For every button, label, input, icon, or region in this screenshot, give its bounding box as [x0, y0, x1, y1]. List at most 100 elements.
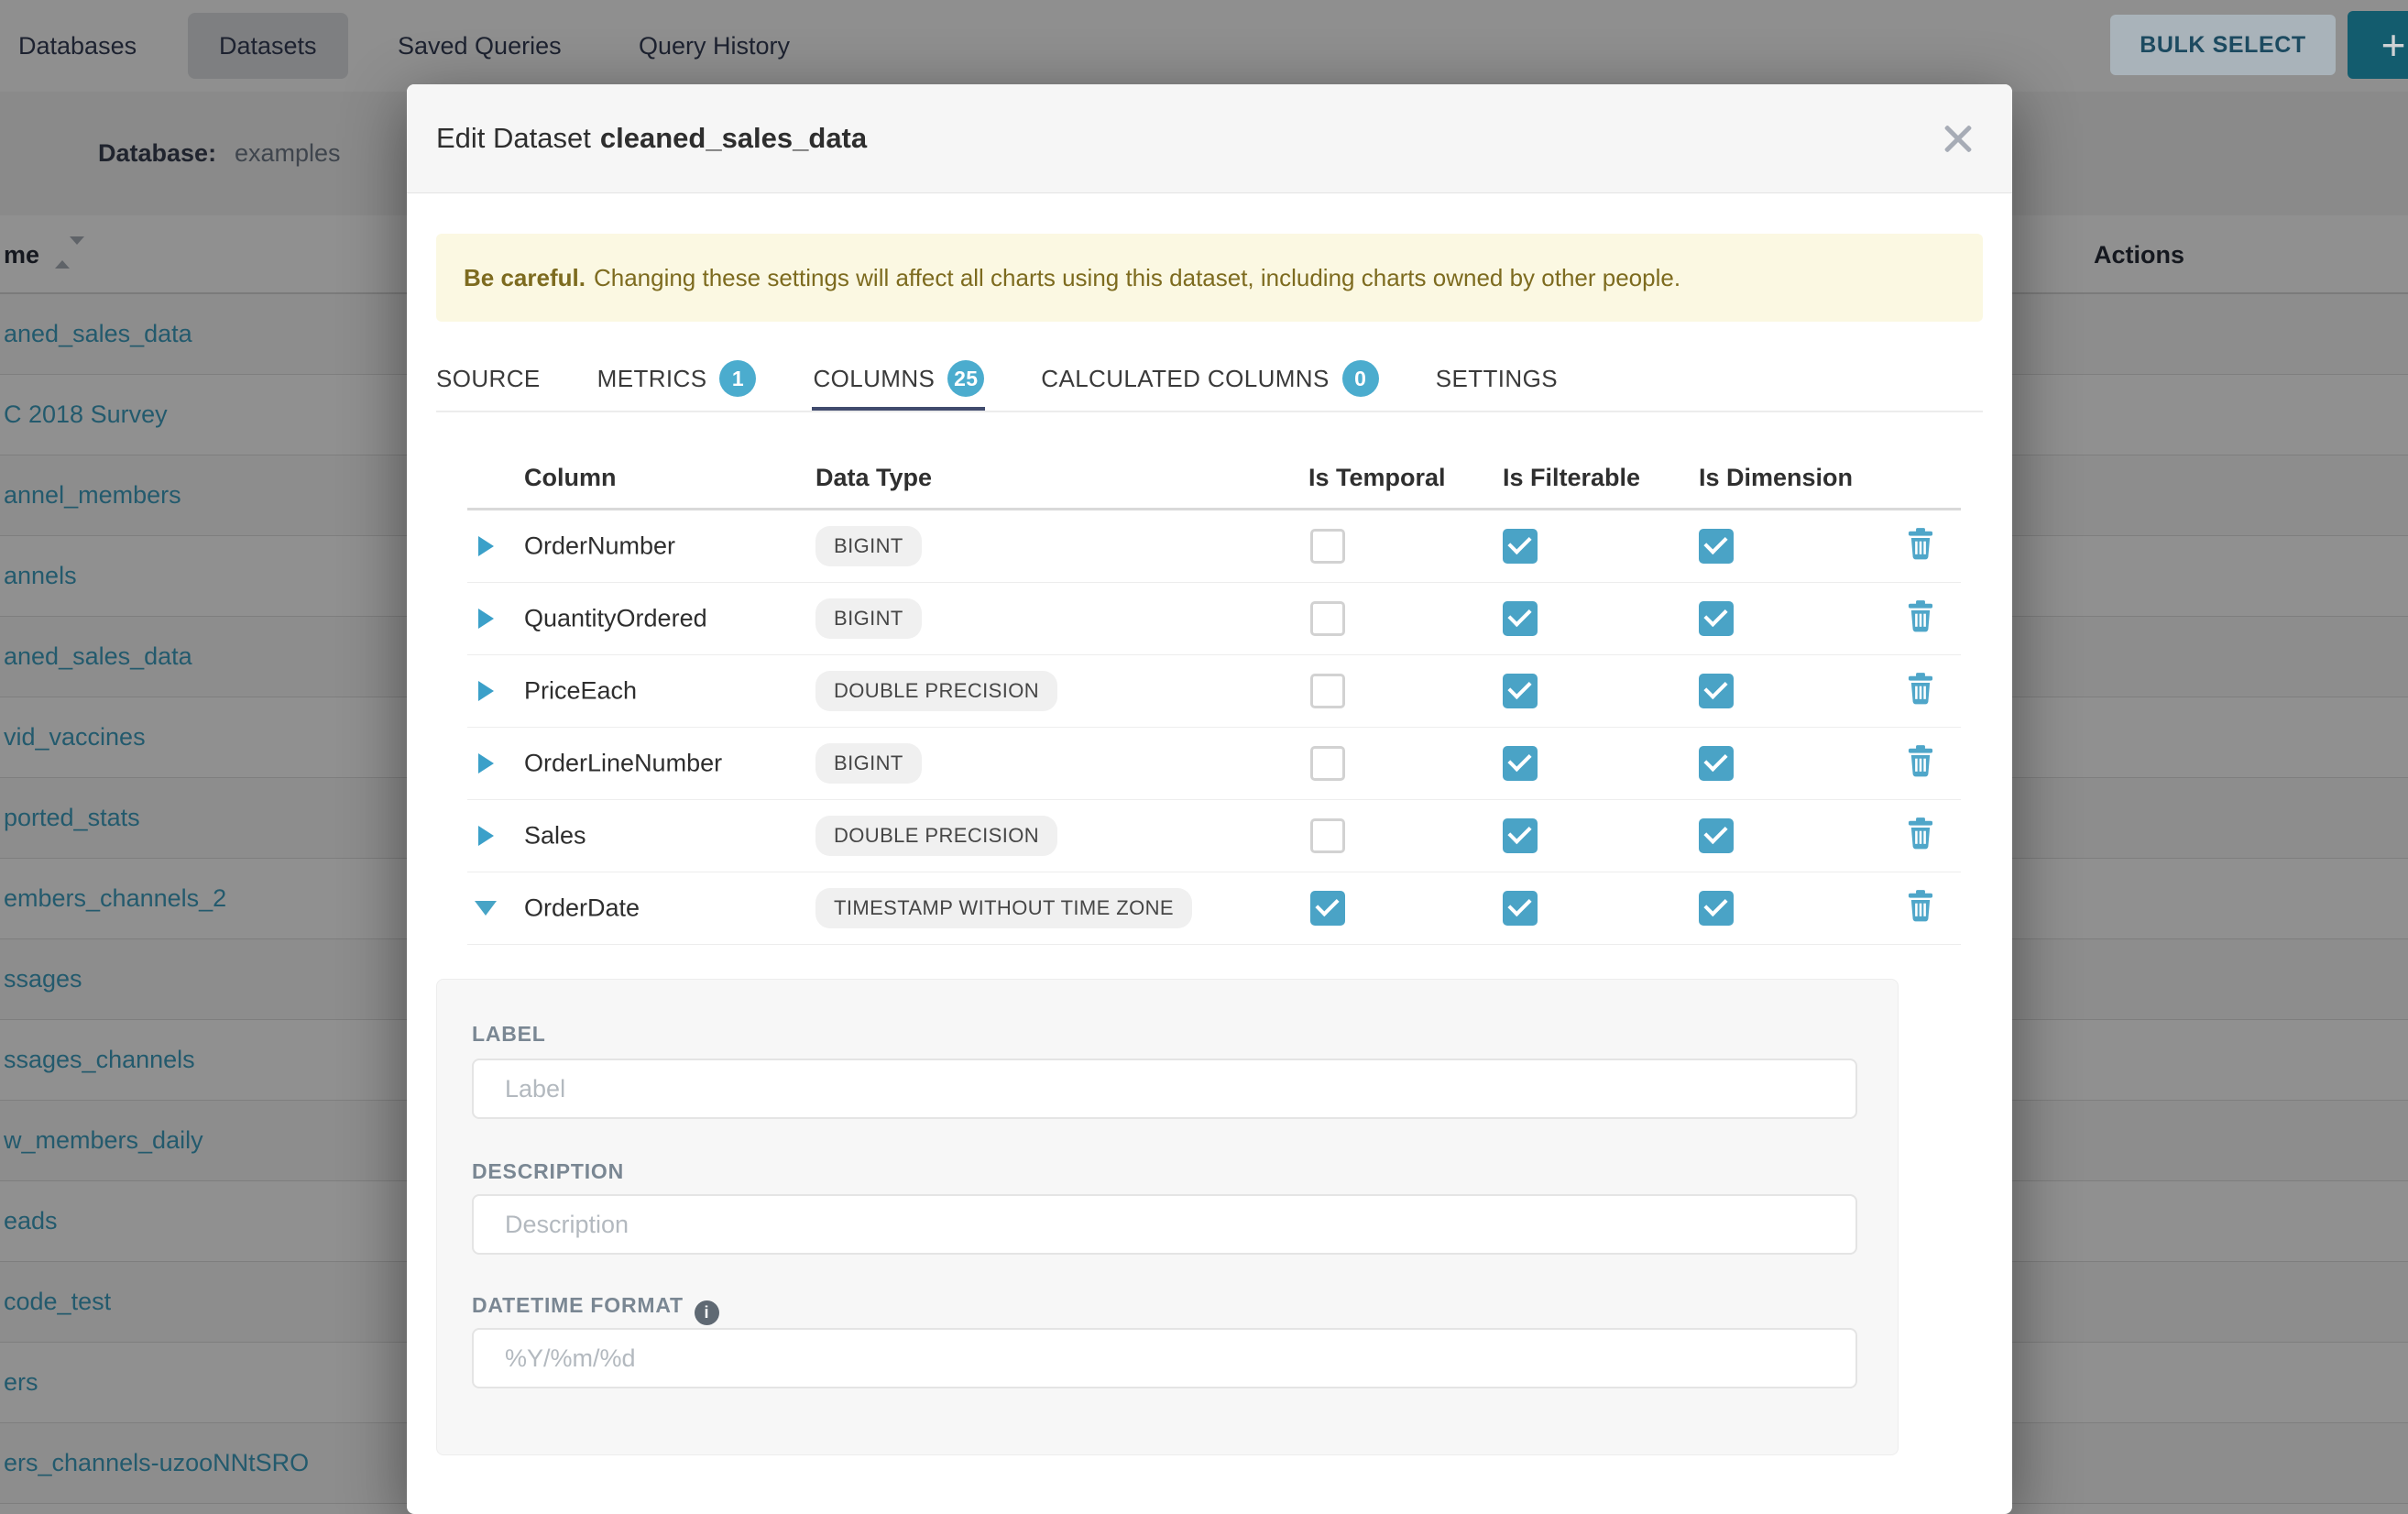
data-type-pill: DOUBLE PRECISION — [815, 671, 1057, 711]
plus-icon: + — [2381, 21, 2406, 69]
is-filterable-checkbox[interactable] — [1503, 818, 1538, 853]
expand-caret-icon[interactable] — [478, 609, 494, 629]
expand-caret-icon[interactable] — [478, 753, 494, 773]
expand-caret-icon[interactable] — [478, 681, 494, 701]
dataset-link[interactable]: ssages — [4, 965, 82, 993]
dataset-link[interactable]: w_members_daily — [4, 1126, 203, 1154]
is-filterable-checkbox[interactable] — [1503, 746, 1538, 781]
dataset-link[interactable]: annel_members — [4, 481, 181, 509]
column-row-orderdate: OrderDateTIMESTAMP WITHOUT TIME ZONE — [467, 872, 1961, 945]
is-filterable-checkbox[interactable] — [1503, 674, 1538, 708]
modal-title: Edit Datasetcleaned_sales_data — [436, 84, 867, 192]
column-row-orderlinenumber: OrderLineNumber BIGINT — [467, 728, 1961, 800]
edit-dataset-modal: Edit Datasetcleaned_sales_data Be carefu… — [407, 84, 2012, 1514]
tab-settings[interactable]: SETTINGS — [1436, 352, 1558, 405]
dataset-link[interactable]: vid_vaccines — [4, 723, 146, 751]
name-column-header[interactable]: me — [4, 215, 39, 294]
dataset-link[interactable]: embers_channels_2 — [4, 884, 226, 912]
delete-column-icon[interactable] — [1906, 600, 1935, 638]
is-filterable-checkbox[interactable] — [1503, 891, 1538, 926]
description-input[interactable] — [472, 1194, 1857, 1255]
is-temporal-checkbox[interactable] — [1310, 529, 1345, 564]
bulk-select-button[interactable]: BULK SELECT — [2110, 15, 2336, 75]
label-input[interactable] — [472, 1059, 1857, 1119]
tab-count-badge: 0 — [1342, 360, 1379, 397]
is-temporal-checkbox[interactable] — [1310, 818, 1345, 853]
data-type-pill: BIGINT — [815, 526, 922, 566]
delete-column-icon[interactable] — [1906, 528, 1935, 565]
is-temporal-checkbox[interactable] — [1310, 891, 1345, 926]
dataset-link[interactable]: code_test — [4, 1288, 111, 1315]
data-type-pill: BIGINT — [815, 598, 922, 639]
nav-tab-databases[interactable]: Databases — [18, 0, 137, 92]
is-temporal-checkbox[interactable] — [1310, 746, 1345, 781]
columns-table-header: ColumnData TypeIs TemporalIs FilterableI… — [467, 449, 1961, 506]
dataset-link[interactable]: C 2018 Survey — [4, 400, 168, 428]
column-header-is-temporal: Is Temporal — [1308, 449, 1446, 506]
delete-column-icon[interactable] — [1906, 817, 1935, 855]
actions-column-header: Actions — [2094, 215, 2184, 294]
column-row-ordernumber: OrderNumberBIGINT — [467, 510, 1961, 583]
dataset-link[interactable]: ssages_channels — [4, 1046, 195, 1073]
column-row-priceeach: PriceEachDOUBLE PRECISION — [467, 655, 1961, 728]
add-dataset-button[interactable]: + — [2348, 11, 2408, 79]
column-header-is-dimension: Is Dimension — [1699, 449, 1853, 506]
collapse-caret-icon[interactable] — [475, 901, 497, 916]
warning-banner: Be careful. Changing these settings will… — [436, 234, 1983, 322]
column-detail-panel: LABEL DESCRIPTION DATETIME FORMATi — [436, 979, 1899, 1455]
is-dimension-checkbox[interactable] — [1699, 674, 1734, 708]
column-row-quantityordered: QuantityOrdered BIGINT — [467, 583, 1961, 655]
label-field-label: LABEL — [472, 1022, 546, 1047]
tabs-divider — [436, 411, 1983, 412]
column-name: Sales — [524, 822, 586, 850]
column-header-data-type: Data Type — [815, 449, 932, 506]
tab-label: METRICS — [597, 365, 707, 393]
top-navigation-bar: Databases Datasets Saved Queries Query Hist… — [0, 0, 2408, 92]
is-dimension-checkbox[interactable] — [1699, 601, 1734, 636]
column-name: OrderLineNumber — [524, 750, 722, 778]
dataset-link[interactable]: ers_channels-uzooNNtSRO — [4, 1449, 309, 1476]
tab-calculated-columns[interactable]: CALCULATED COLUMNS0 — [1041, 352, 1378, 405]
delete-column-icon[interactable] — [1906, 890, 1935, 927]
tab-label: SOURCE — [436, 365, 541, 393]
nav-tab-saved-queries[interactable]: Saved Queries — [398, 0, 562, 92]
dataset-link[interactable]: aned_sales_data — [4, 642, 192, 670]
expand-caret-icon[interactable] — [478, 536, 494, 556]
close-icon[interactable] — [1941, 121, 1976, 156]
data-type-pill: BIGINT — [815, 743, 922, 784]
column-name: QuantityOrdered — [524, 605, 707, 633]
is-dimension-checkbox[interactable] — [1699, 746, 1734, 781]
dataset-link[interactable]: ported_stats — [4, 804, 140, 831]
is-dimension-checkbox[interactable] — [1699, 529, 1734, 564]
column-name: OrderDate — [524, 894, 640, 923]
is-temporal-checkbox[interactable] — [1310, 601, 1345, 636]
datetime-format-input[interactable] — [472, 1328, 1857, 1388]
tab-count-badge: 1 — [719, 360, 756, 397]
column-row-sales: SalesDOUBLE PRECISION — [467, 800, 1961, 872]
tab-count-badge: 25 — [947, 360, 984, 397]
tab-metrics[interactable]: METRICS 1 — [597, 352, 757, 405]
dataset-link[interactable]: eads — [4, 1207, 58, 1234]
is-temporal-checkbox[interactable] — [1310, 674, 1345, 708]
nav-tab-query-history[interactable]: Query History — [639, 0, 790, 92]
delete-column-icon[interactable] — [1906, 673, 1935, 710]
info-icon[interactable]: i — [695, 1300, 719, 1325]
is-filterable-checkbox[interactable] — [1503, 529, 1538, 564]
dataset-link[interactable]: aned_sales_data — [4, 320, 192, 347]
tab-source[interactable]: SOURCE — [436, 352, 541, 405]
modal-header: Edit Datasetcleaned_sales_data — [407, 84, 2012, 193]
description-field-label: DESCRIPTION — [472, 1159, 624, 1184]
nav-tab-datasets[interactable]: Datasets — [188, 13, 348, 79]
is-dimension-checkbox[interactable] — [1699, 891, 1734, 926]
sort-icon[interactable] — [55, 245, 84, 261]
is-dimension-checkbox[interactable] — [1699, 818, 1734, 853]
tab-label: SETTINGS — [1436, 365, 1558, 393]
expand-caret-icon[interactable] — [478, 826, 494, 846]
dataset-link[interactable]: ers — [4, 1368, 38, 1396]
tab-columns[interactable]: COLUMNS 25 — [813, 352, 984, 405]
tab-label: COLUMNS — [813, 365, 935, 393]
dataset-link[interactable]: annels — [4, 562, 77, 589]
is-filterable-checkbox[interactable] — [1503, 601, 1538, 636]
database-filter-value[interactable]: examples — [235, 92, 341, 215]
delete-column-icon[interactable] — [1906, 745, 1935, 783]
